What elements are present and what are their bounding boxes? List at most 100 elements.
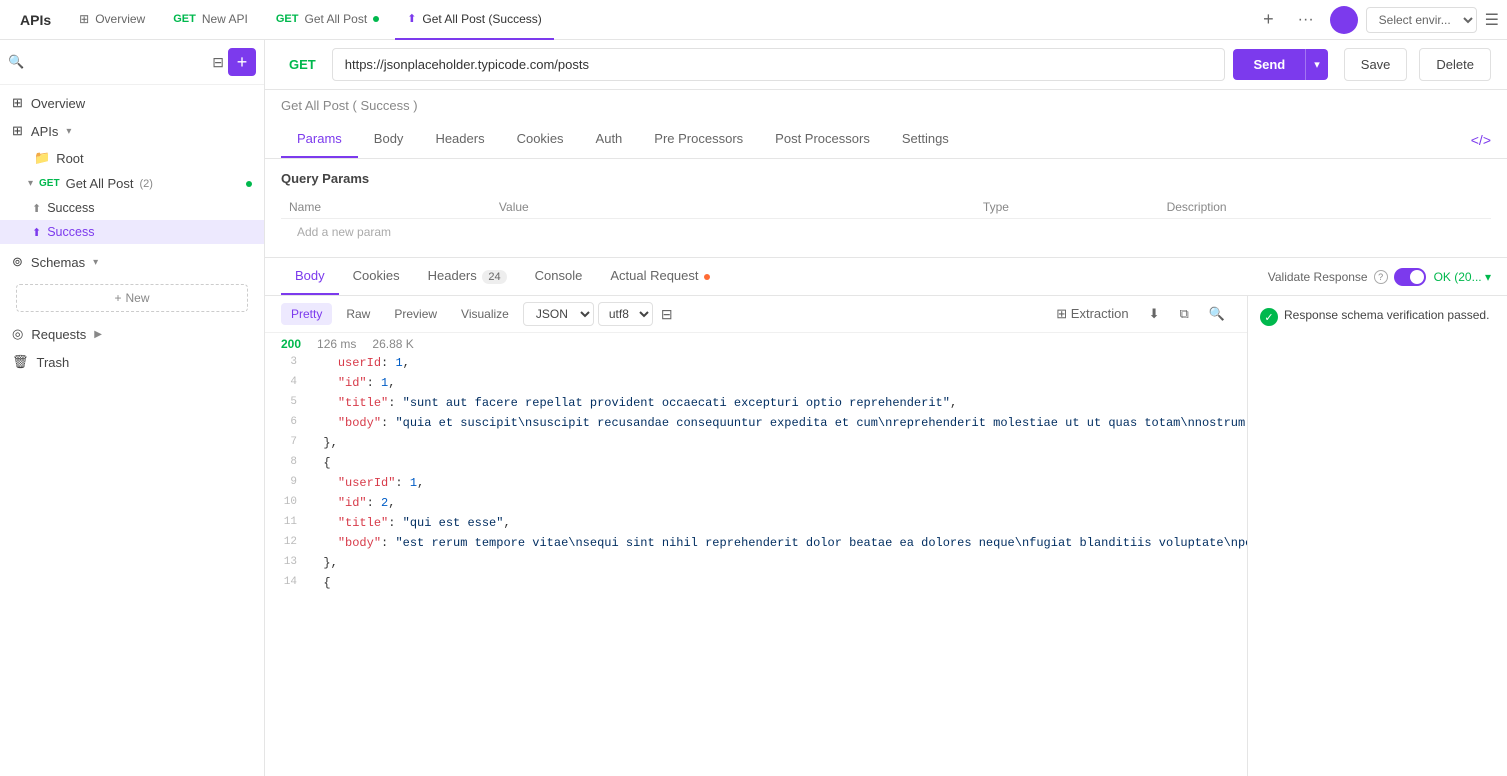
sidebar-sub-item-success-1[interactable]: ⬆ Success: [0, 196, 264, 220]
ok-status-badge[interactable]: OK (20... ▾: [1434, 270, 1491, 284]
format-select[interactable]: JSON: [523, 302, 594, 326]
sidebar-sub-item-success-2[interactable]: ⬆ Success: [0, 220, 264, 244]
grid-icon: ⊞: [12, 123, 23, 139]
extraction-button[interactable]: ⊞ Extraction: [1050, 304, 1134, 324]
info-icon[interactable]: ?: [1374, 270, 1388, 284]
response-tab-console[interactable]: Console: [521, 258, 597, 295]
code-line: 11 "title": "qui est esse",: [265, 515, 1247, 535]
tab-new-api[interactable]: GET New API: [161, 0, 260, 40]
headers-count: 24: [482, 270, 506, 284]
code-line: 4 "id": 1,: [265, 375, 1247, 395]
encoding-select[interactable]: utf8: [598, 302, 653, 326]
add-param-label[interactable]: Add a new param: [289, 219, 399, 245]
copy-button[interactable]: ⧉: [1174, 304, 1195, 324]
delete-button[interactable]: Delete: [1419, 48, 1491, 81]
add-tab-button[interactable]: +: [1255, 5, 1282, 34]
response-tab-cookies[interactable]: Cookies: [339, 258, 414, 295]
query-params-title: Query Params: [281, 171, 1491, 186]
method-badge: GET: [39, 178, 60, 189]
col-name: Name: [281, 196, 491, 219]
status-code: 200: [281, 337, 301, 351]
response-tabs-bar: Body Cookies Headers 24 Console Actual R…: [265, 258, 1507, 296]
tab-body[interactable]: Body: [358, 121, 420, 158]
fmt-tab-pretty[interactable]: Pretty: [281, 303, 332, 325]
unsaved-indicator: [373, 16, 379, 22]
sidebar-item-schemas[interactable]: ⊚ Schemas ▾: [0, 248, 264, 276]
code-line: 12 "body": "est rerum tempore vitae\nseq…: [265, 535, 1247, 555]
code-line: 9 "userId": 1,: [265, 475, 1247, 495]
response-body-split: Pretty Raw Preview Visualize JSON: [265, 296, 1507, 776]
download-button[interactable]: ⬇: [1143, 304, 1166, 324]
tab-settings[interactable]: Settings: [886, 121, 965, 158]
method-label: GET: [281, 57, 324, 72]
tab-params[interactable]: Params: [281, 121, 358, 158]
search-button[interactable]: 🔍: [1203, 304, 1231, 324]
more-options-button[interactable]: ···: [1290, 7, 1322, 33]
expand-arrow-2: ▾: [28, 178, 33, 189]
validate-toggle-button[interactable]: [1394, 268, 1426, 286]
tab-cookies[interactable]: Cookies: [501, 121, 580, 158]
code-toggle-button[interactable]: </>: [1471, 132, 1491, 148]
tab-auth[interactable]: Auth: [580, 121, 639, 158]
sidebar-search-bar: 🔍 ⊟ +: [0, 40, 264, 85]
response-actions: Validate Response ? OK (20... ▾: [1268, 268, 1491, 286]
params-table: Name Value Type Description Add a new pa…: [281, 196, 1491, 245]
response-tab-body[interactable]: Body: [281, 258, 339, 295]
app-title: APIs: [8, 12, 63, 28]
tab-headers[interactable]: Headers: [419, 121, 500, 158]
response-status-bar: 200 126 ms 26.88 K: [265, 333, 1247, 355]
validate-response-label: Validate Response: [1268, 270, 1368, 284]
url-input[interactable]: [332, 48, 1226, 81]
save-button[interactable]: Save: [1344, 48, 1408, 81]
tab-overview[interactable]: ⊞ Overview: [67, 0, 157, 40]
add-param-row[interactable]: Add a new param: [281, 219, 1491, 246]
code-line: 5 "title": "sunt aut facere repellat pro…: [265, 395, 1247, 415]
download-icon: ⬇: [1149, 306, 1160, 321]
tab-get-all-post-success[interactable]: ⬆ Get All Post (Success): [395, 0, 554, 40]
response-size: 26.88 K: [372, 337, 413, 351]
tab-pre-processors[interactable]: Pre Processors: [638, 121, 759, 158]
validate-response-toggle: Validate Response ?: [1268, 268, 1426, 286]
send-dropdown-button[interactable]: ▾: [1305, 49, 1328, 80]
top-bar: APIs ⊞ Overview GET New API GET Get All …: [0, 0, 1507, 40]
response-tab-actual-request[interactable]: Actual Request: [596, 258, 724, 295]
col-value: Value: [491, 196, 975, 219]
sidebar-nav: ⊞ Overview ⊞ APIs ▾ 📁 Root ▾ GET Get All…: [0, 85, 264, 248]
upload-icon-2: ⬆: [32, 226, 41, 239]
upload-icon-1: ⬆: [32, 202, 41, 215]
fmt-tab-preview[interactable]: Preview: [384, 303, 447, 325]
sidebar-item-root[interactable]: 📁 Root: [0, 145, 264, 171]
sidebar-item-trash[interactable]: 🗑 Trash: [0, 348, 264, 376]
method-get-2: GET: [276, 13, 299, 25]
code-line: 7 },: [265, 435, 1247, 455]
unsaved-dot: [246, 181, 252, 187]
search-icon: 🔍: [8, 54, 24, 70]
avatar: [1330, 6, 1358, 34]
tab-post-processors[interactable]: Post Processors: [759, 121, 886, 158]
response-time: 126 ms: [317, 337, 356, 351]
filter-button[interactable]: ⊟: [212, 54, 224, 71]
tab-get-all-post[interactable]: GET Get All Post: [264, 0, 391, 40]
sidebar-item-overview[interactable]: ⊞ Overview: [0, 89, 264, 117]
code-line: 8 {: [265, 455, 1247, 475]
new-button[interactable]: + New: [16, 284, 248, 312]
indent-icon[interactable]: ⊟: [657, 304, 677, 325]
request-name: Get All Post ( Success ): [265, 90, 1507, 121]
copy-icon: ⧉: [1180, 306, 1189, 321]
schema-verification: ✓ Response schema verification passed.: [1260, 308, 1495, 326]
search-icon: 🔍: [1209, 306, 1225, 321]
toggle-knob: [1410, 270, 1424, 284]
sidebar-item-requests[interactable]: ◎ Requests ▶: [0, 320, 264, 348]
send-button[interactable]: Send: [1233, 49, 1305, 80]
query-params-section: Query Params Name Value Type Description…: [265, 159, 1507, 257]
fmt-tab-visualize[interactable]: Visualize: [451, 303, 519, 325]
response-tab-headers[interactable]: Headers 24: [414, 258, 521, 295]
menu-button[interactable]: ☰: [1485, 10, 1499, 30]
add-button[interactable]: +: [228, 48, 256, 76]
fmt-tab-raw[interactable]: Raw: [336, 303, 380, 325]
search-input[interactable]: [28, 55, 208, 70]
response-code-view[interactable]: 3 userId: 1, 4 "id": 1, 5 "title": "sunt…: [265, 355, 1247, 776]
sidebar-item-get-all-post[interactable]: ▾ GET Get All Post (2): [0, 171, 264, 196]
sidebar-item-apis[interactable]: ⊞ APIs ▾: [0, 117, 264, 145]
environment-select[interactable]: Select envir...: [1366, 7, 1477, 33]
